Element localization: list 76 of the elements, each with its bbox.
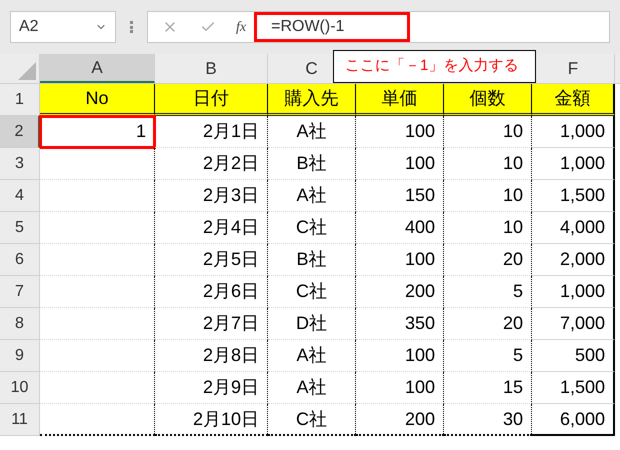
table-cell: 150 <box>356 180 444 212</box>
row-header[interactable]: 6 <box>0 244 40 276</box>
table-cell: 1,500 <box>532 372 615 404</box>
table-cell: C社 <box>268 404 356 436</box>
table-cell: 1,000 <box>532 148 615 180</box>
table-cell: 6,000 <box>532 404 615 436</box>
column-title: 日付 <box>155 84 268 116</box>
table-cell: 2月3日 <box>155 180 268 212</box>
row-header[interactable]: 8 <box>0 308 40 340</box>
table-cell: 100 <box>356 148 444 180</box>
table-cell: 20 <box>444 244 532 276</box>
column-title: 個数 <box>444 84 532 116</box>
triangle-icon <box>18 62 36 80</box>
column-title: 購入先 <box>268 84 356 116</box>
row-header[interactable]: 1 <box>0 84 40 116</box>
table-cell: 400 <box>356 212 444 244</box>
table-cell: 100 <box>356 116 444 148</box>
table-cell: 4,000 <box>532 212 615 244</box>
table-cell: 200 <box>356 276 444 308</box>
table-cell: B社 <box>268 148 356 180</box>
table-cell: A社 <box>268 180 356 212</box>
table-cell: 500 <box>532 340 615 372</box>
name-box[interactable]: A2 <box>10 11 116 43</box>
callout-tooltip: ここに「－1」を入力する <box>333 50 536 83</box>
table-cell: 350 <box>356 308 444 340</box>
table-cell: 2月2日 <box>155 148 268 180</box>
table-cell: 2月10日 <box>155 404 268 436</box>
column-title: 単価 <box>356 84 444 116</box>
table-cell: C社 <box>268 276 356 308</box>
table-cell: 2月1日 <box>155 116 268 148</box>
row-header[interactable]: 9 <box>0 340 40 372</box>
table-cell: 1 <box>40 116 155 148</box>
table-cell: D社 <box>268 308 356 340</box>
column-title: No <box>40 84 155 116</box>
formula-field[interactable]: =ROW()-1 <box>254 12 410 42</box>
table-cell: 30 <box>444 404 532 436</box>
table-cell: 100 <box>356 244 444 276</box>
table-cell: 10 <box>444 116 532 148</box>
table-cell: 1,500 <box>532 180 615 212</box>
table-cell: 15 <box>444 372 532 404</box>
table-cell: 5 <box>444 340 532 372</box>
table-cell: 100 <box>356 340 444 372</box>
table-cell: 2,000 <box>532 244 615 276</box>
table-cell: 2月5日 <box>155 244 268 276</box>
table-cell: 2月4日 <box>155 212 268 244</box>
table-cell: 1,000 <box>532 116 615 148</box>
row-header[interactable]: 2 <box>0 116 40 148</box>
table-cell: 2月6日 <box>155 276 268 308</box>
table-cell: 10 <box>444 148 532 180</box>
row-header[interactable]: 5 <box>0 212 40 244</box>
table-cell: 1,000 <box>532 276 615 308</box>
row-header[interactable]: 7 <box>0 276 40 308</box>
column-header[interactable]: A <box>40 54 155 83</box>
row-header[interactable]: 10 <box>0 372 40 404</box>
table-cell: A社 <box>268 372 356 404</box>
grip-icon <box>130 21 133 33</box>
row-header[interactable]: 11 <box>0 404 40 436</box>
table-cell: 5 <box>444 276 532 308</box>
table-cell: 10 <box>444 180 532 212</box>
table-cell: C社 <box>268 212 356 244</box>
table-cell: 2月7日 <box>155 308 268 340</box>
table-cell: B社 <box>268 244 356 276</box>
function-button[interactable]: fx <box>236 16 246 38</box>
table-cell: 20 <box>444 308 532 340</box>
table-cell: 10 <box>444 212 532 244</box>
table-cell: 200 <box>356 404 444 436</box>
table-cell: A社 <box>268 340 356 372</box>
table-cell: 2月8日 <box>155 340 268 372</box>
column-header[interactable]: B <box>155 54 268 83</box>
table-cell: 7,000 <box>532 308 615 340</box>
row-header[interactable]: 4 <box>0 180 40 212</box>
table-cell: 100 <box>356 372 444 404</box>
column-title: 金額 <box>532 84 615 116</box>
table-cell: A社 <box>268 116 356 148</box>
table-cell: 2月9日 <box>155 372 268 404</box>
row-header[interactable]: 3 <box>0 148 40 180</box>
